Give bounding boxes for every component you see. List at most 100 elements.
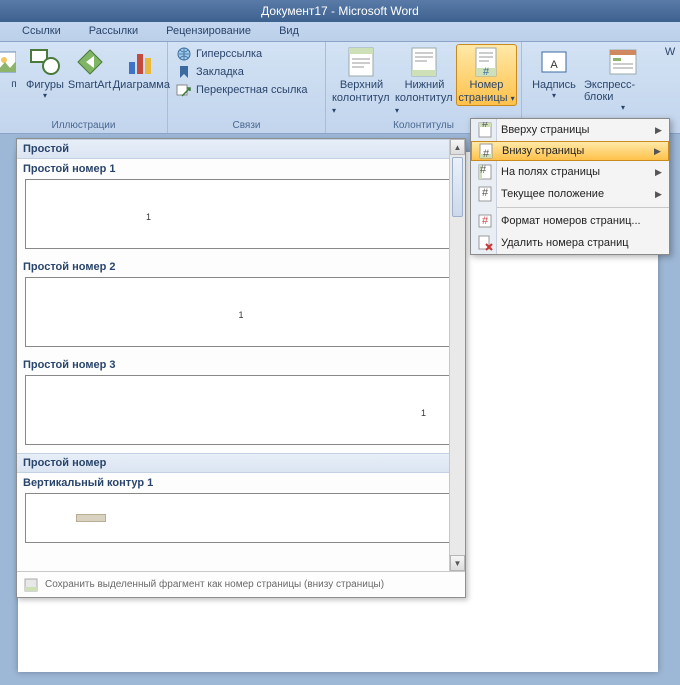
hyperlink-label: Гиперссылка (196, 48, 262, 60)
page-number-menu: # Вверху страницы ▶ # Внизу страницы ▶ #… (470, 118, 670, 255)
format-icon: # (475, 213, 495, 229)
pagenum-label-2: страницы (458, 92, 507, 104)
quickparts-label: Экспресс-блоки (584, 79, 662, 103)
menu-top-of-page[interactable]: # Вверху страницы ▶ (471, 119, 669, 141)
bookmark-label: Закладка (196, 66, 244, 78)
page-number-sample: 1 (421, 408, 426, 418)
page-top-icon: # (475, 122, 495, 138)
menu-format-page-numbers[interactable]: # Формат номеров страниц... (471, 210, 669, 232)
smartart-label: SmartArt (68, 79, 111, 91)
picture-button[interactable]: п (4, 44, 24, 92)
window-title: Документ17 - Microsoft Word (0, 0, 680, 22)
gallery-item-preview-3[interactable]: 1 (25, 375, 457, 445)
wordart-button[interactable]: W (664, 44, 676, 60)
textbox-label: Надпись (532, 79, 576, 91)
picture-label: п (11, 79, 16, 90)
scroll-thumb[interactable] (452, 157, 463, 217)
menu-label: Удалить номера страниц (495, 237, 655, 249)
menu-remove-page-numbers[interactable]: Удалить номера страниц (471, 232, 669, 254)
shapes-label: Фигуры (26, 79, 64, 91)
page-number-sample: 1 (238, 310, 243, 320)
page-number-sample-box (76, 514, 106, 522)
quickparts-icon (607, 46, 639, 78)
menu-label: На полях страницы (495, 166, 655, 178)
page-number-icon: # (470, 46, 502, 78)
menu-separator (497, 207, 669, 208)
dropdown-arrow-icon: ▾ (332, 106, 336, 115)
remove-icon (475, 235, 495, 251)
svg-text:#: # (482, 187, 489, 199)
menu-bottom-of-page[interactable]: # Внизу страницы ▶ (471, 141, 669, 161)
footer-icon (408, 46, 440, 78)
save-selection-icon (23, 577, 39, 593)
page-bottom-icon: # (476, 143, 496, 159)
dropdown-arrow-icon: ▾ (395, 106, 399, 115)
wordart-label: W (665, 46, 675, 58)
smartart-button[interactable]: SmartArt (66, 44, 113, 93)
tab-view[interactable]: Вид (265, 22, 313, 41)
crossref-label: Перекрестная ссылка (196, 84, 308, 96)
footer-label-1: Нижний (405, 79, 445, 91)
svg-text:A: A (550, 59, 558, 71)
gallery-footer-label: Сохранить выделенный фрагмент как номер … (45, 579, 384, 590)
submenu-arrow-icon: ▶ (655, 189, 665, 200)
group-links-label: Связи (172, 118, 321, 133)
footer-button[interactable]: Нижний колонтитул ▾ (393, 44, 456, 118)
gallery-footer[interactable]: Сохранить выделенный фрагмент как номер … (17, 571, 465, 597)
hyperlink-button[interactable]: Гиперссылка (176, 46, 308, 62)
gallery-item-name: Простой номер 3 (17, 355, 465, 373)
crossref-button[interactable]: Перекрестная ссылка (176, 82, 308, 98)
gallery-item-preview-1[interactable]: 1 (25, 179, 457, 249)
scroll-up-button[interactable]: ▲ (450, 139, 465, 155)
dropdown-arrow-icon: ▾ (43, 91, 47, 100)
svg-text:#: # (480, 164, 487, 176)
dropdown-arrow-icon: ▾ (621, 103, 625, 112)
submenu-arrow-icon: ▶ (655, 125, 665, 136)
svg-text:#: # (482, 215, 489, 227)
pagenum-label-1: Номер (470, 79, 504, 91)
bookmark-button[interactable]: Закладка (176, 64, 308, 80)
header-icon (345, 46, 377, 78)
menu-label: Внизу страницы (496, 145, 654, 157)
gallery-scrollbar[interactable]: ▲ ▼ (449, 139, 465, 571)
footer-label-2: колонтитул (395, 92, 453, 104)
svg-text:#: # (483, 66, 490, 78)
gallery-category: Простой номер (17, 453, 465, 473)
scroll-down-button[interactable]: ▼ (450, 555, 465, 571)
tab-mailings[interactable]: Рассылки (75, 22, 152, 41)
page-number-button[interactable]: # Номер страницы ▾ (456, 44, 517, 106)
bookmark-icon (176, 64, 192, 80)
page-margins-icon: # (475, 164, 495, 180)
group-illustrations-label: Иллюстрации (4, 118, 163, 133)
tab-review[interactable]: Рецензирование (152, 22, 265, 41)
textbox-button[interactable]: A Надпись ▾ (526, 44, 582, 102)
svg-text:#: # (482, 122, 489, 130)
chart-icon (125, 46, 157, 78)
quickparts-button[interactable]: Экспресс-блоки ▾ (582, 44, 664, 114)
header-label-2: колонтитул (332, 92, 390, 104)
submenu-arrow-icon: ▶ (654, 146, 664, 157)
gallery-item-preview-4[interactable] (25, 493, 457, 543)
menu-page-margins[interactable]: # На полях страницы ▶ (471, 161, 669, 183)
crossref-icon (176, 82, 192, 98)
dropdown-arrow-icon: ▾ (511, 94, 515, 103)
hyperlink-icon (176, 46, 192, 62)
menu-label: Формат номеров страниц... (495, 215, 655, 227)
shapes-icon (29, 46, 61, 78)
shapes-button[interactable]: Фигуры ▾ (24, 44, 66, 102)
menu-current-position[interactable]: # Текущее положение ▶ (471, 183, 669, 205)
chart-label: Диаграмма (113, 79, 170, 91)
gallery-item-name: Простой номер 1 (17, 159, 465, 177)
menu-label: Текущее положение (495, 188, 655, 200)
page-number-gallery: Простой Простой номер 1 1 Простой номер … (16, 138, 466, 598)
header-button[interactable]: Верхний колонтитул ▾ (330, 44, 393, 118)
svg-text:#: # (483, 148, 490, 159)
smartart-icon (74, 46, 106, 78)
ribbon-tabs: Ссылки Рассылки Рецензирование Вид (0, 22, 680, 42)
header-label-1: Верхний (340, 79, 383, 91)
tab-references[interactable]: Ссылки (8, 22, 75, 41)
dropdown-arrow-icon: ▾ (552, 91, 556, 100)
gallery-item-preview-2[interactable]: 1 (25, 277, 457, 347)
chart-button[interactable]: Диаграмма (113, 44, 169, 93)
gallery-item-name: Простой номер 2 (17, 257, 465, 275)
